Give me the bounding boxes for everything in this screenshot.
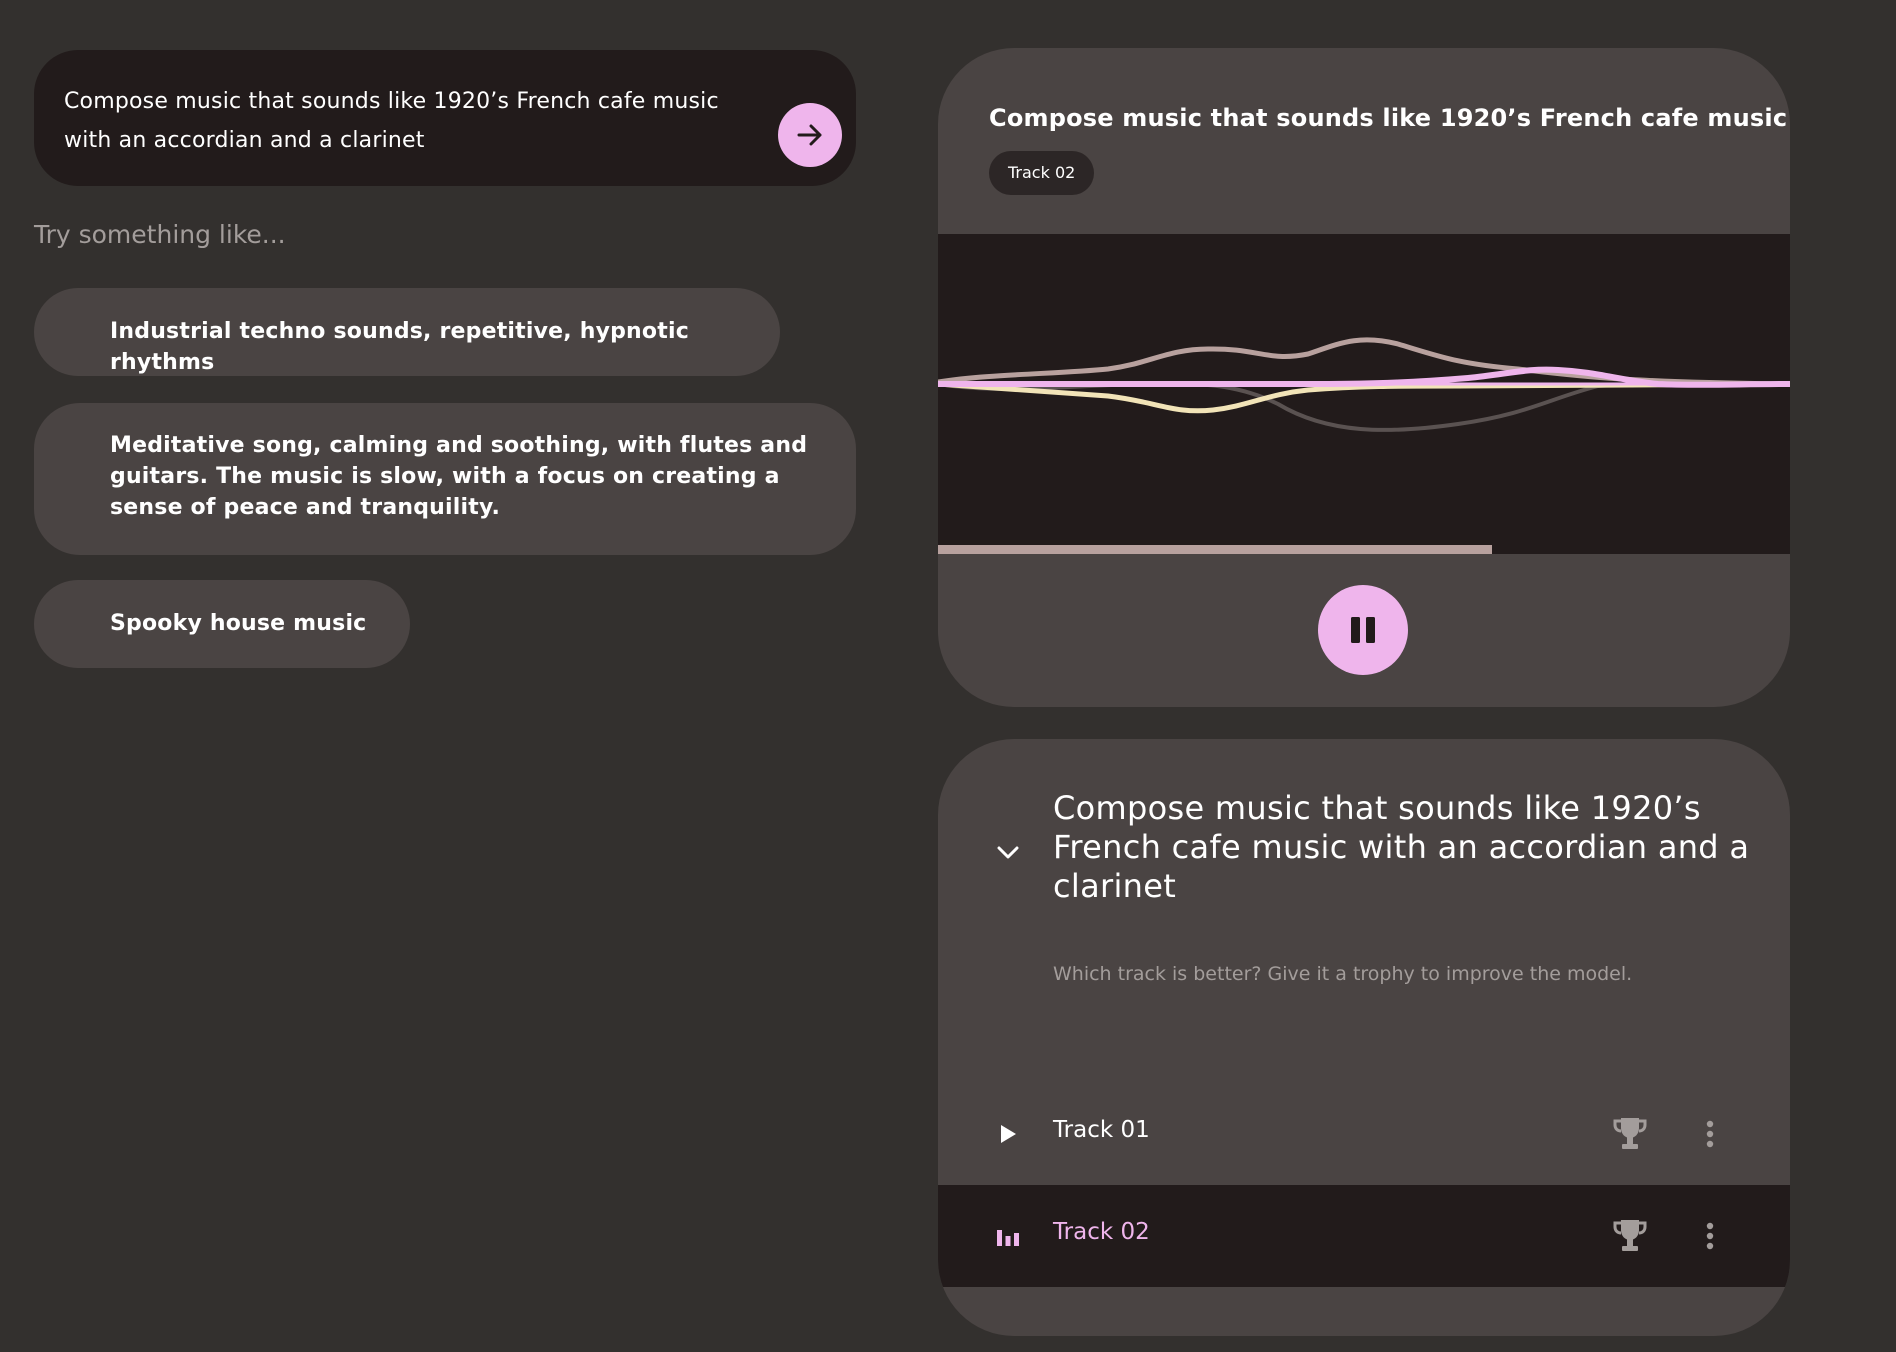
playback-progress-bar[interactable] (938, 545, 1790, 554)
prompt-input[interactable]: Compose music that sounds like 1920’s Fr… (64, 82, 764, 160)
suggestion-chip-spooky[interactable]: Spooky house music (34, 580, 410, 668)
waveform-visualizer (938, 234, 1790, 554)
pause-button[interactable] (1318, 585, 1408, 675)
arrow-right-icon (797, 124, 822, 146)
trophy-button[interactable] (1610, 1114, 1650, 1154)
waveform-graphic (938, 337, 1790, 432)
prompt-box[interactable]: Compose music that sounds like 1920’s Fr… (34, 50, 856, 186)
trophy-icon (1613, 1220, 1647, 1251)
suggestions-label: Try something like... (34, 220, 286, 249)
chevron-down-icon (997, 846, 1019, 859)
playback-progress-fill (938, 545, 1492, 554)
player-title: Compose music that sounds like 1920’s Fr… (989, 104, 1790, 132)
more-vert-icon (1706, 1222, 1714, 1250)
track-row-02[interactable]: Track 02 (938, 1185, 1790, 1287)
trophy-icon (1613, 1118, 1647, 1149)
more-options-button[interactable] (1690, 1114, 1730, 1154)
submit-button[interactable] (778, 103, 842, 167)
player-card: Compose music that sounds like 1920’s Fr… (938, 48, 1790, 707)
suggestion-chip-techno[interactable]: Industrial techno sounds, repetitive, hy… (34, 288, 780, 376)
track-label: Track 01 (1053, 1117, 1150, 1143)
more-options-button[interactable] (1690, 1216, 1730, 1256)
suggestion-text: Industrial techno sounds, repetitive, hy… (110, 319, 689, 375)
trophy-button[interactable] (1610, 1216, 1650, 1256)
suggestion-chip-meditative[interactable]: Meditative song, calming and soothing, w… (34, 403, 856, 555)
current-track-chip: Track 02 (989, 151, 1095, 195)
pause-icon (1351, 617, 1375, 643)
play-icon[interactable] (994, 1120, 1022, 1148)
tracks-card: Compose music that sounds like 1920’s Fr… (938, 739, 1790, 1336)
tracks-heading: Compose music that sounds like 1920’s Fr… (1053, 789, 1750, 905)
more-vert-icon (1706, 1120, 1714, 1148)
suggestion-text: Meditative song, calming and soothing, w… (110, 433, 808, 520)
tracks-hint: Which track is better? Give it a trophy … (1053, 963, 1633, 985)
collapse-toggle[interactable] (994, 839, 1022, 867)
track-row-01[interactable]: Track 01 (938, 1083, 1790, 1185)
track-label: Track 02 (1053, 1219, 1150, 1245)
equalizer-icon[interactable] (994, 1222, 1022, 1250)
suggestion-text: Spooky house music (110, 611, 367, 636)
